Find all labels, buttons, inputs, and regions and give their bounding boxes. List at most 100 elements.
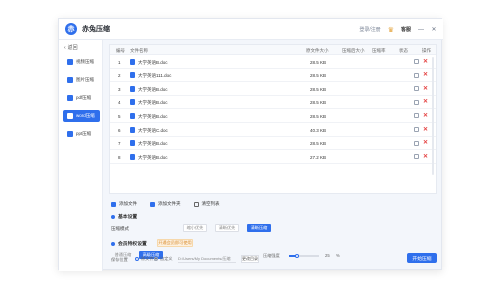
word-file-icon [130,58,135,65]
delete-icon[interactable]: ✕ [423,85,428,92]
table-row[interactable]: 6 大学英语C.doc 40.3 KB ✕ [110,123,436,137]
mode-option-small[interactable]: 缩小优先 [183,224,207,232]
pdf-icon [67,95,73,101]
sidebar-item-label: ppt压缩 [76,131,92,136]
sidebar-item-image[interactable]: 图片压缩 [63,74,100,86]
row-size: 27.2 KB [310,154,327,160]
delete-icon[interactable]: ✕ [423,58,428,65]
mode-option-clear-compress[interactable]: 清晰压缩 [247,224,271,232]
add-file-icon [111,201,116,207]
row-size: 28.5 KB [310,73,327,79]
app-title: 赤兔压缩 [82,26,110,33]
table-row[interactable]: 5 大学英语B.doc 28.5 KB ✕ [110,109,436,123]
word-file-icon [130,112,135,119]
change-dir-button[interactable]: 更改目录 [241,255,259,263]
start-compress-button[interactable]: 开始压缩 [407,253,437,263]
output-custom-radio[interactable]: 自定义 [154,256,173,262]
sidebar-item-label: pdf压缩 [76,95,92,100]
delete-icon[interactable]: ✕ [423,112,428,119]
delete-icon[interactable]: ✕ [423,139,428,146]
row-filename: 大学英语C.doc [138,127,168,133]
login-link[interactable]: 登录/注册 [359,26,380,33]
sidebar-item-pdf[interactable]: pdf压缩 [63,92,100,104]
titlebar: 赤 赤兔压缩 登录/注册 ♛ 客服 — ✕ [59,19,443,40]
sidebar-item-word[interactable]: word压缩 [63,110,100,122]
row-filename: 大学英语B.doc [138,154,168,160]
preview-icon[interactable] [414,86,419,92]
sidebar-item-label: word压缩 [76,113,95,118]
preview-icon[interactable] [414,113,419,119]
add-folder-button[interactable]: 添加文件夹 [150,201,181,207]
basic-settings-label: 基本设置 [118,215,138,220]
preview-icon[interactable] [414,99,419,105]
output-label: 保存位置 [111,257,128,262]
vip-tag-badge[interactable]: 开通会员即可使用 [157,239,193,247]
col-status: 状态 [399,48,408,53]
preview-icon[interactable] [414,140,419,146]
preview-icon[interactable] [414,154,419,160]
output-path-field[interactable]: D:/Users/My Documents/压缩 [178,256,236,263]
footer: 保存位置 原文件夹 自定义 D:/Users/My Documents/压缩 更… [59,250,443,271]
word-icon [67,113,73,119]
table-row[interactable]: 2 大学英语111.doc 28.5 KB ✕ [110,69,436,83]
preview-icon[interactable] [414,72,419,78]
delete-icon[interactable]: ✕ [423,126,428,133]
table-scrollbar[interactable] [432,57,434,175]
vip-settings-label: 会员特权设置 [118,242,147,247]
delete-icon[interactable]: ✕ [423,98,428,105]
delete-icon[interactable]: ✕ [423,153,428,160]
close-button[interactable]: ✕ [431,26,437,33]
col-orig-size: 原文件大小 [306,48,329,53]
word-file-icon [130,140,135,147]
radio-off-icon [154,257,158,261]
col-name: 文件名称 [130,48,148,53]
sidebar-item-label: 图片压缩 [76,77,94,82]
row-filename: 大学英语B.doc [138,100,168,106]
table-row[interactable]: 8 大学英语B.doc 27.2 KB ✕ [110,150,436,164]
add-file-button[interactable]: 添加文件 [111,201,137,207]
sidebar-item-video[interactable]: 视频压缩 [63,56,100,68]
add-file-label: 添加文件 [119,201,137,206]
vip-settings-title: 会员特权设置 [111,240,147,247]
file-actions: 添加文件 添加文件夹 清空列表 [111,201,220,207]
row-size: 28.5 KB [310,113,327,119]
table-header: 编号 文件名称 原文件大小 压缩后大小 压缩率 状态 操作 [110,45,436,55]
preview-icon[interactable] [414,127,419,132]
word-file-icon [130,72,135,79]
crown-icon: ♛ [387,26,394,34]
sidebar-item-ppt[interactable]: ppt压缩 [63,128,100,140]
section-dot-icon [111,241,115,246]
sidebar: ‹ 返回 视频压缩 图片压缩 pdf压缩 word压缩 ppt压缩 [59,40,103,271]
back-label: 返回 [67,45,78,51]
mode-option-clear[interactable]: 清晰优先 [215,224,239,232]
row-size: 28.5 KB [310,59,327,65]
table-row[interactable]: 7 大学英语B.doc 28.5 KB ✕ [110,137,436,151]
table-row[interactable]: 4 大学英语B.doc 28.5 KB ✕ [110,96,436,110]
row-size: 28.5 KB [310,100,327,106]
row-filename: 大学英语B.doc [138,86,168,92]
image-icon [67,77,73,83]
word-file-icon [130,153,135,160]
row-filename: 大学英语111.doc [138,73,172,79]
basic-settings-title: 基本设置 [111,213,137,220]
col-ops: 操作 [422,48,431,53]
row-no: 4 [118,100,121,106]
service-link[interactable]: 客服 [401,26,411,33]
file-table: 编号 文件名称 原文件大小 压缩后大小 压缩率 状态 操作 1 大学英语B.doc… [109,44,437,194]
app-window: 赤 赤兔压缩 登录/注册 ♛ 客服 — ✕ ‹ 返回 视频压缩 图片压缩 pdf… [58,18,443,271]
table-row[interactable]: 1 大学英语B.doc 28.5 KB ✕ [110,55,436,69]
preview-icon[interactable] [414,59,419,64]
back-button[interactable]: ‹ 返回 [64,44,78,52]
section-dot-icon [111,214,115,219]
sidebar-item-label: 视频压缩 [76,59,94,64]
row-size: 28.5 KB [310,86,327,92]
delete-icon[interactable]: ✕ [423,71,428,78]
mode-label: 压缩模式 [111,226,129,231]
word-file-icon [130,126,135,133]
minimize-button[interactable]: — [418,27,424,33]
row-no: 6 [118,127,121,133]
row-no: 7 [118,141,121,147]
clear-list-button[interactable]: 清空列表 [193,201,220,207]
table-row[interactable]: 3 大学英语B.doc 28.5 KB ✕ [110,82,436,96]
row-filename: 大学英语B.doc [138,113,168,119]
